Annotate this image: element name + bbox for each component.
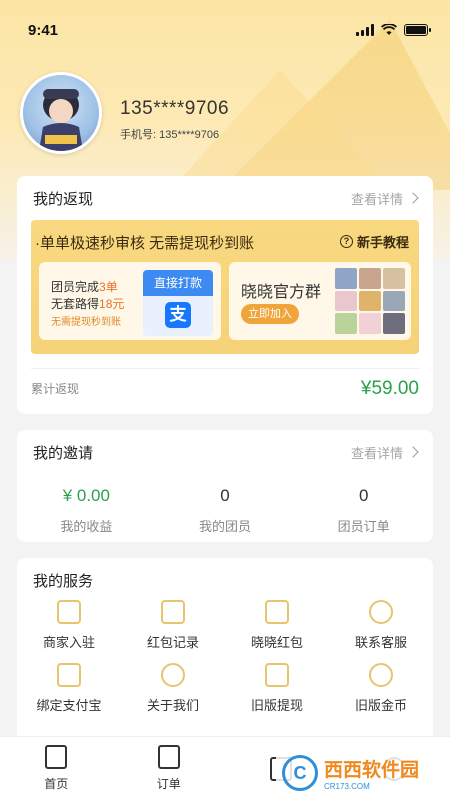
official-group-promo[interactable]: 晓晓官方群 立即加入 [229,262,411,340]
services-card: 我的服务 商家入驻 红包记录 晓晓红包 联系客服 绑定支付宝 关于我们 旧版提现… [17,558,433,758]
service-merchant[interactable]: 商家入驻 [17,600,121,651]
stat-label: 团员订单 [337,519,390,534]
tab-orders[interactable]: 订单 [124,745,214,792]
join-button[interactable]: 立即加入 [241,304,299,324]
service-legacy-withdraw[interactable]: 旧版提现 [225,663,329,714]
banner-title: ·单单极速秒审核 无需提现秒到账 [35,235,255,252]
watermark-text: 西西软件园 [324,760,420,781]
user-phone: 135****9706 [120,98,230,119]
service-support[interactable]: 联系客服 [329,600,433,651]
invite-card: 我的邀请 查看详情 ¥ 0.00 我的收益 0 我的团员 0 团员订单 [17,430,433,542]
info-icon [161,663,185,687]
alipay-icon: 支 [165,302,191,328]
chevron-right-icon [407,192,419,204]
invite-details-label: 查看详情 [350,445,403,461]
user-phone-label: 手机号: 135****9706 [120,129,220,141]
stat-value: 0 [358,486,369,505]
stat-earnings[interactable]: ¥ 0.00 我的收益 [17,486,156,535]
cashback-title: 我的返现 [33,190,94,208]
service-label: 晓晓红包 [250,635,303,650]
grid-icon [161,600,185,624]
tab-label: 首页 [44,777,69,791]
service-label: 旧版提现 [250,698,303,713]
total-cashback-value: ¥59.00 [360,377,419,399]
watermark: C 西西软件园 CR173.COM [276,752,444,794]
total-cashback-label: 累计返现 [31,382,80,396]
promo-line1: 团员完成 [51,280,100,294]
wifi-icon [381,24,397,35]
direct-pay-label: 直接打款 [143,270,213,296]
signal-icon [356,24,374,36]
cashback-details-label: 查看详情 [350,191,403,207]
service-about[interactable]: 关于我们 [121,663,225,714]
service-label: 联系客服 [354,635,407,650]
group-title: 晓晓官方群 [241,284,322,301]
stat-value: 0 [220,486,230,505]
alipay-icon [57,663,81,687]
services-title: 我的服务 [33,572,94,590]
promo-line2: 无套路得 [51,297,100,311]
promo-orders: 3单 [99,280,118,294]
invite-title: 我的邀请 [33,444,94,462]
envelope-icon [265,600,289,624]
store-icon [57,600,81,624]
stat-team[interactable]: 0 我的团员 [156,486,295,535]
watermark-sub: CR173.COM [324,782,370,791]
stat-team-orders[interactable]: 0 团员订单 [294,486,433,535]
status-bar: 9:41 [0,0,450,60]
battery-icon [404,24,431,36]
service-redpacket-records[interactable]: 红包记录 [121,600,225,651]
direct-pay-badge: 直接打款 支 [143,270,213,336]
service-label: 红包记录 [146,635,199,650]
tab-label: 订单 [156,777,181,791]
direct-pay-promo[interactable]: 团员完成3单 无套路得18元 无需提现秒到账 直接打款 支 [39,262,221,340]
promo-line3: 无需提现秒到账 [51,317,121,328]
headset-icon [369,600,393,624]
tutorial-label: 新手教程 [356,235,409,250]
stat-label: 我的团员 [199,519,252,534]
bag-icon [45,745,68,769]
stat-label: 我的收益 [60,519,113,534]
avatar[interactable] [20,72,102,154]
tutorial-link[interactable]: ? 新手教程 [339,232,409,251]
list-icon [157,745,180,769]
promo-amount: 18元 [99,297,125,311]
service-xiaoxiao-redpacket[interactable]: 晓晓红包 [225,600,329,651]
tab-home[interactable]: 首页 [11,745,101,792]
chevron-right-icon [407,446,419,458]
wallet-icon [265,663,289,687]
service-label: 绑定支付宝 [36,698,102,713]
group-avatars [335,268,405,334]
cashback-card: 我的返现 查看详情 ·单单极速秒审核 无需提现秒到账 ? 新手教程 团员完成3单… [17,176,433,414]
promo-banner[interactable]: ·单单极速秒审核 无需提现秒到账 ? 新手教程 团员完成3单 无套路得18元 无… [31,220,419,354]
service-legacy-coins[interactable]: 旧版金币 [329,663,433,714]
coins-icon [369,663,393,687]
service-label: 关于我们 [146,698,199,713]
service-bind-alipay[interactable]: 绑定支付宝 [17,663,121,714]
watermark-logo-icon: C [282,755,318,791]
question-icon: ? [339,235,353,248]
status-time: 9:41 [28,21,59,39]
service-label: 商家入驻 [42,635,95,650]
cashback-details-link[interactable]: 查看详情 [350,189,419,208]
stat-value: ¥ 0.00 [62,486,110,505]
invite-details-link[interactable]: 查看详情 [350,443,419,462]
service-label: 旧版金币 [354,698,407,713]
